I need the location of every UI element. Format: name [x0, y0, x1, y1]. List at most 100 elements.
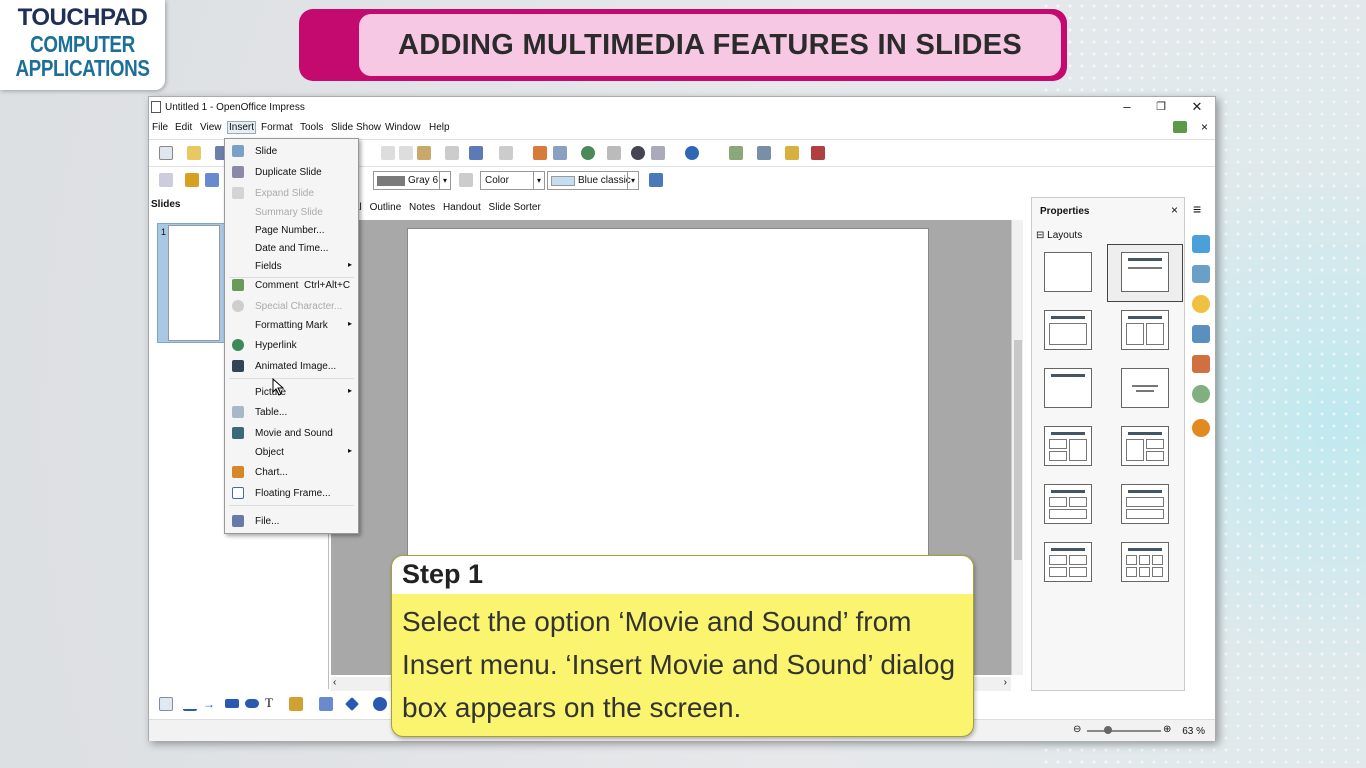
menu-item-slide[interactable]: Slide	[225, 142, 358, 160]
menu-help[interactable]: Help	[429, 122, 450, 133]
arrow-tool-icon[interactable]: →	[203, 697, 217, 711]
layout-title-content-box[interactable]	[1044, 310, 1092, 350]
zoom-icon[interactable]	[651, 146, 665, 160]
tab-outline[interactable]: Outline	[370, 202, 402, 213]
symbol-shapes-icon[interactable]	[373, 697, 387, 711]
clone-formatting-icon[interactable]	[445, 146, 459, 160]
menu-file[interactable]: File	[152, 122, 168, 133]
copy-icon[interactable]	[399, 146, 413, 160]
tab-notes[interactable]: Notes	[409, 202, 435, 213]
redo-icon[interactable]	[499, 146, 513, 160]
undo-icon[interactable]	[469, 146, 483, 160]
new-document-icon[interactable]	[159, 146, 173, 160]
properties-deck-icon[interactable]	[1192, 235, 1210, 253]
menu-item-date-and-time[interactable]: Date and Time...	[225, 239, 358, 257]
menu-edit[interactable]: Edit	[175, 122, 192, 133]
scroll-left-icon[interactable]: ‹	[333, 677, 336, 688]
help-icon[interactable]	[685, 146, 699, 160]
menu-view[interactable]: View	[200, 122, 222, 133]
menu-window[interactable]: Window	[385, 122, 421, 133]
menu-item-movie-and-sound[interactable]: Movie and Sound	[225, 424, 358, 442]
select-icon[interactable]	[159, 697, 173, 711]
table-toolbar-icon[interactable]	[553, 146, 567, 160]
menu-item-picture[interactable]: Picture ▸	[225, 383, 358, 401]
layout-title-content[interactable]	[1121, 252, 1169, 292]
maximize-button[interactable]: ❐	[1143, 99, 1179, 117]
grid-icon[interactable]	[607, 146, 621, 160]
text-tool-icon[interactable]: T	[265, 695, 279, 710]
styles-icon[interactable]	[1192, 355, 1210, 373]
slide-show-icon[interactable]	[811, 146, 825, 160]
minimize-button[interactable]: –	[1109, 99, 1145, 117]
gallery-icon[interactable]	[1192, 385, 1210, 403]
arrow-style-icon[interactable]	[205, 173, 219, 187]
menu-slide-show[interactable]: Slide Show	[331, 122, 381, 133]
area-icon[interactable]	[459, 173, 473, 187]
paste-icon[interactable]	[417, 146, 431, 160]
vertical-scrollbar[interactable]	[1011, 220, 1023, 675]
menu-item-file[interactable]: File...	[225, 512, 358, 530]
layout-title-two-columns[interactable]	[1121, 310, 1169, 350]
menu-item-table[interactable]: Table...	[225, 403, 358, 421]
tab-slide-sorter[interactable]: Slide Sorter	[489, 202, 541, 213]
shadow-icon[interactable]	[649, 173, 663, 187]
menu-item-floating-frame[interactable]: Floating Frame...	[225, 484, 358, 502]
menu-item-fields[interactable]: Fields ▸	[225, 257, 358, 275]
zoom-slider-handle[interactable]	[1104, 726, 1112, 734]
hyperlink-toolbar-icon[interactable]	[581, 146, 595, 160]
menu-item-duplicate-slide[interactable]: Duplicate Slide	[225, 163, 358, 181]
menu-item-chart[interactable]: Chart...	[225, 463, 358, 481]
layout-title-2content-over-content[interactable]	[1044, 484, 1092, 524]
curve-tool-icon[interactable]	[289, 697, 303, 711]
chart-toolbar-icon[interactable]	[533, 146, 547, 160]
layout-title-content-and-2content[interactable]	[1121, 426, 1169, 466]
master-pages-icon[interactable]	[1192, 265, 1210, 283]
navigator-icon[interactable]	[631, 146, 645, 160]
menu-insert[interactable]: Insert	[226, 121, 257, 134]
update-icon[interactable]	[1173, 121, 1187, 133]
menu-item-page-number[interactable]: Page Number...	[225, 221, 358, 239]
connector-tool-icon[interactable]	[319, 697, 333, 711]
navigator-deck-icon[interactable]	[1192, 419, 1210, 437]
line-tool-icon[interactable]	[183, 697, 197, 711]
slide-layout-icon[interactable]	[729, 146, 743, 160]
style-icon[interactable]	[159, 173, 173, 187]
custom-animation-icon[interactable]	[1192, 295, 1210, 313]
layout-centered-text[interactable]	[1121, 368, 1169, 408]
cut-icon[interactable]	[381, 146, 395, 160]
layout-title-4content[interactable]	[1044, 542, 1092, 582]
layout-title-6content[interactable]	[1121, 542, 1169, 582]
menu-format[interactable]: Format	[261, 122, 293, 133]
layout-title-only[interactable]	[1044, 368, 1092, 408]
layout-title-2content-and-content[interactable]	[1044, 426, 1092, 466]
close-properties-button[interactable]: ×	[1171, 203, 1178, 217]
line-color-select[interactable]: Gray 6 ▾	[373, 171, 451, 190]
tab-handout[interactable]: Handout	[443, 202, 481, 213]
close-document-icon[interactable]: ×	[1201, 120, 1208, 134]
close-window-button[interactable]: ✕	[1179, 99, 1215, 117]
layouts-section-header[interactable]: ⊟ Layouts	[1036, 230, 1082, 241]
slide-design-icon[interactable]	[757, 146, 771, 160]
zoom-level[interactable]: 63 %	[1182, 726, 1205, 737]
slide-transition-icon[interactable]	[1192, 325, 1210, 343]
zoom-out-icon[interactable]: ⊖	[1073, 724, 1081, 735]
menu-item-comment[interactable]: Comment Ctrl+Alt+C	[225, 276, 358, 294]
ellipse-tool-icon[interactable]	[245, 699, 259, 708]
menu-tools[interactable]: Tools	[300, 122, 323, 133]
layout-title-content-over-content[interactable]	[1121, 484, 1169, 524]
basic-shapes-icon[interactable]	[345, 697, 359, 711]
menu-item-object[interactable]: Object ▸	[225, 443, 358, 461]
rectangle-tool-icon[interactable]	[225, 699, 239, 708]
zoom-in-icon[interactable]: ⊕	[1163, 724, 1171, 735]
menu-item-hyperlink[interactable]: Hyperlink	[225, 336, 358, 354]
scrollbar-thumb[interactable]	[1014, 340, 1022, 560]
open-icon[interactable]	[187, 146, 201, 160]
menu-item-formatting-mark[interactable]: Formatting Mark ▸	[225, 316, 358, 334]
scroll-right-icon[interactable]: ›	[1004, 677, 1007, 688]
line-icon[interactable]	[185, 173, 199, 187]
area-style-select[interactable]: Color ▾	[480, 171, 545, 190]
zoom-slider[interactable]	[1087, 730, 1161, 732]
menu-item-animated-image[interactable]: Animated Image...	[225, 357, 358, 375]
master-slide-icon[interactable]	[785, 146, 799, 160]
sidebar-menu-icon[interactable]: ≡	[1193, 201, 1201, 217]
